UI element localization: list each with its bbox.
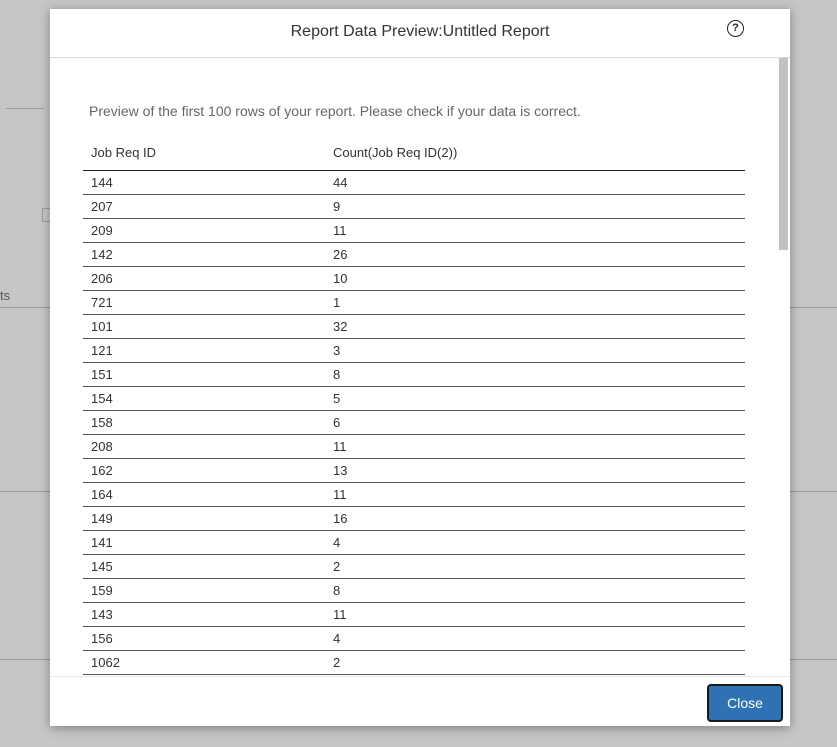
count-cell: 44 xyxy=(333,175,348,190)
count-cell: 6 xyxy=(333,415,341,430)
job-req-id-cell: 206 xyxy=(91,271,113,286)
job-req-id-cell: 121 xyxy=(91,343,113,358)
job-req-id-cell: 162 xyxy=(91,463,113,478)
table-row: 141 4 xyxy=(83,531,745,555)
background-divider xyxy=(6,108,44,109)
job-req-id-cell: 208 xyxy=(91,439,113,454)
table-row: 144 44 xyxy=(83,171,745,195)
background-fragment-text: ts xyxy=(0,288,11,303)
count-cell: 13 xyxy=(333,463,348,478)
table-row: 142 26 xyxy=(83,243,745,267)
table-row: 206 10 xyxy=(83,267,745,291)
job-req-id-cell: 149 xyxy=(91,511,113,526)
dialog-footer: Close xyxy=(50,676,790,727)
table-header: Job Req ID Count(Job Req ID(2)) xyxy=(83,140,745,171)
vertical-scrollbar[interactable] xyxy=(777,58,790,676)
table-row: 159 8 xyxy=(83,579,745,603)
table-row: 145 2 xyxy=(83,555,745,579)
count-cell: 1 xyxy=(333,295,341,310)
job-req-id-cell: 164 xyxy=(91,487,113,502)
table-row: 143 11 xyxy=(83,603,745,627)
job-req-id-cell: 207 xyxy=(91,199,113,214)
count-cell: 2 xyxy=(333,559,341,574)
table-row: 154 5 xyxy=(83,387,745,411)
count-cell: 32 xyxy=(333,319,348,334)
preview-table: Job Req ID Count(Job Req ID(2)) 144 44 20… xyxy=(83,140,745,675)
count-cell: 8 xyxy=(333,367,341,382)
job-req-id-cell: 721 xyxy=(91,295,113,310)
job-req-id-cell: 209 xyxy=(91,223,113,238)
count-cell: 3 xyxy=(333,343,341,358)
background-divider xyxy=(0,307,50,308)
table-row: 121 3 xyxy=(83,339,745,363)
job-req-id-cell: 145 xyxy=(91,559,113,574)
background-divider xyxy=(790,659,837,660)
table-row: 1062 2 xyxy=(83,651,745,675)
job-req-id-cell: 144 xyxy=(91,175,113,190)
job-req-id-cell: 101 xyxy=(91,319,113,334)
job-req-id-cell: 143 xyxy=(91,607,113,622)
job-req-id-cell: 151 xyxy=(91,367,113,382)
count-cell: 11 xyxy=(333,487,347,502)
help-icon[interactable]: ? xyxy=(727,20,744,37)
dialog-body[interactable]: Preview of the first 100 rows of your re… xyxy=(50,58,790,676)
background-divider xyxy=(0,491,50,492)
table-row: 149 16 xyxy=(83,507,745,531)
count-cell: 11 xyxy=(333,607,347,622)
table-row: 208 11 xyxy=(83,435,745,459)
table-row: 151 8 xyxy=(83,363,745,387)
table-row: 209 11 xyxy=(83,219,745,243)
count-cell: 16 xyxy=(333,511,348,526)
job-req-id-cell: 156 xyxy=(91,631,113,646)
table-row: 162 13 xyxy=(83,459,745,483)
background-divider xyxy=(790,491,837,492)
job-req-id-cell: 154 xyxy=(91,391,113,406)
count-cell: 5 xyxy=(333,391,341,406)
table-row: 164 11 xyxy=(83,483,745,507)
scrollbar-thumb[interactable] xyxy=(779,58,788,250)
count-cell: 10 xyxy=(333,271,348,286)
job-req-id-cell: 159 xyxy=(91,583,113,598)
count-cell: 26 xyxy=(333,247,348,262)
count-cell: 11 xyxy=(333,223,347,238)
job-req-id-cell: 141 xyxy=(91,535,113,550)
table-row: 721 1 xyxy=(83,291,745,315)
column-header-count: Count(Job Req ID(2)) xyxy=(333,145,458,160)
count-cell: 4 xyxy=(333,631,341,646)
preview-description: Preview of the first 100 rows of your re… xyxy=(89,103,581,119)
table-row: 158 6 xyxy=(83,411,745,435)
table-row: 156 4 xyxy=(83,627,745,651)
job-req-id-cell: 142 xyxy=(91,247,113,262)
job-req-id-cell: 1062 xyxy=(91,655,120,670)
report-preview-dialog: Report Data Preview:Untitled Report ? Pr… xyxy=(50,9,790,726)
count-cell: 8 xyxy=(333,583,341,598)
count-cell: 2 xyxy=(333,655,341,670)
column-header-job-req-id: Job Req ID xyxy=(91,145,157,160)
count-cell: 11 xyxy=(333,439,347,454)
table-row: 207 9 xyxy=(83,195,745,219)
background-divider xyxy=(790,307,837,308)
close-button[interactable]: Close xyxy=(707,684,783,722)
job-req-id-cell: 158 xyxy=(91,415,113,430)
background-divider xyxy=(0,659,50,660)
count-cell: 9 xyxy=(333,199,341,214)
count-cell: 4 xyxy=(333,535,341,550)
table-row: 101 32 xyxy=(83,315,745,339)
dialog-title: Report Data Preview:Untitled Report xyxy=(290,23,550,40)
dialog-header: Report Data Preview:Untitled Report ? xyxy=(50,9,790,58)
